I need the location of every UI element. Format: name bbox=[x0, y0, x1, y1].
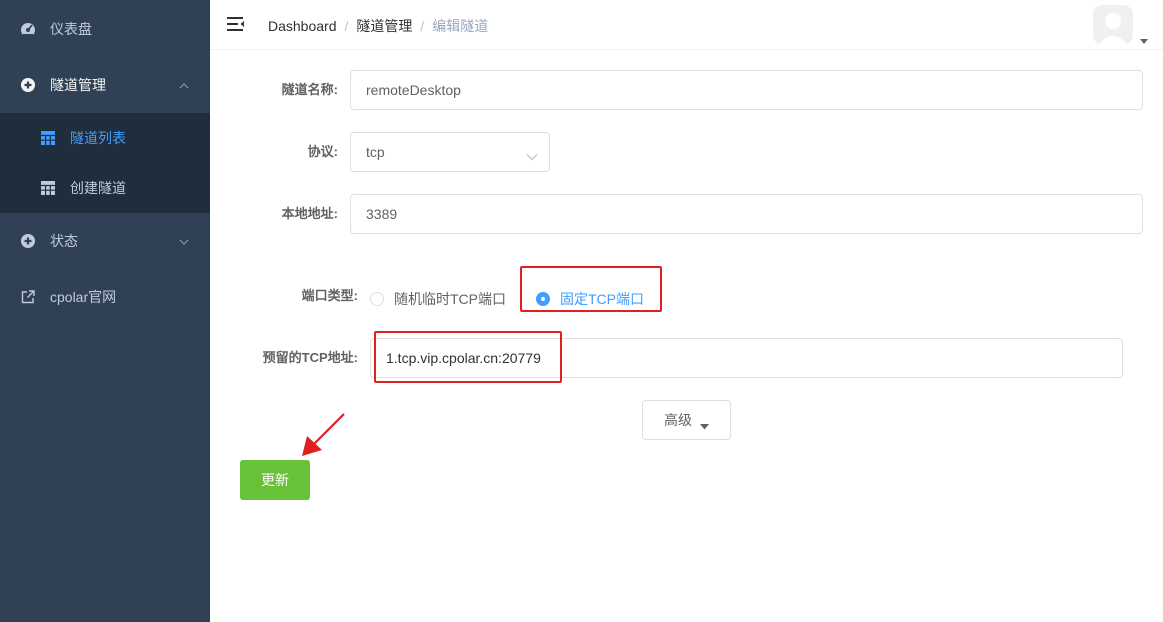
caret-down-icon[interactable] bbox=[1140, 32, 1148, 44]
reserved-tcp-address-label: 预留的TCP地址: bbox=[262, 350, 358, 365]
radio-random-tcp-port[interactable]: 随机临时TCP端口 bbox=[370, 289, 506, 309]
tunnel-name-label: 隧道名称: bbox=[281, 82, 338, 97]
breadcrumb-tunnel-management[interactable]: 隧道管理 bbox=[356, 16, 412, 36]
sidebar-item-label: 仪表盘 bbox=[50, 20, 92, 37]
update-button[interactable]: 更新 bbox=[240, 460, 310, 500]
sidebar-item-label: cpolar官网 bbox=[50, 289, 117, 305]
radio-fixed-tcp-port[interactable]: 固定TCP端口 bbox=[536, 289, 644, 309]
reserved-tcp-address-input[interactable] bbox=[370, 338, 1123, 378]
local-address-label: 本地地址: bbox=[281, 206, 338, 221]
breadcrumb-edit-tunnel: 编辑隧道 bbox=[432, 18, 489, 34]
dashboard-icon bbox=[20, 21, 36, 37]
sidebar-item-create-tunnel[interactable]: 创建隧道 bbox=[0, 163, 210, 213]
port-type-label: 端口类型: bbox=[301, 288, 358, 303]
external-link-icon bbox=[20, 289, 36, 305]
breadcrumb-separator: / bbox=[420, 18, 425, 34]
protocol-select[interactable] bbox=[350, 132, 550, 172]
advanced-button[interactable]: 高级 bbox=[642, 400, 731, 440]
radio-label: 随机临时TCP端口 bbox=[394, 291, 506, 307]
annotation-arrow-icon bbox=[302, 413, 345, 456]
sidebar-item-label: 隧道管理 bbox=[50, 77, 106, 93]
chevron-up-icon bbox=[178, 79, 190, 91]
sidebar-item-tunnel-list[interactable]: 隧道列表 bbox=[0, 113, 210, 163]
sidebar-item-cpolar-website[interactable]: cpolar官网 bbox=[0, 269, 210, 325]
hamburger-icon[interactable] bbox=[227, 16, 245, 32]
advanced-button-label: 高级 bbox=[664, 412, 692, 428]
chevron-down-icon bbox=[526, 148, 538, 161]
user-avatar-icon bbox=[1093, 5, 1133, 45]
sidebar-item-label: 状态 bbox=[50, 233, 78, 249]
protocol-label: 协议: bbox=[307, 144, 338, 159]
status-icon bbox=[20, 233, 36, 249]
breadcrumb-dashboard[interactable]: Dashboard bbox=[268, 18, 337, 34]
caret-down-icon bbox=[700, 417, 709, 430]
sidebar-item-dashboard[interactable]: 仪表盘 bbox=[0, 0, 210, 57]
tunnel-icon bbox=[20, 77, 36, 93]
radio-circle bbox=[370, 292, 384, 306]
sidebar-item-status[interactable]: 状态 bbox=[0, 213, 210, 269]
tunnel-name-input[interactable] bbox=[350, 70, 1143, 110]
table-icon bbox=[40, 180, 56, 196]
submenu-tunnel: 隧道列表 创建隧道 bbox=[0, 113, 210, 213]
radio-circle bbox=[536, 292, 550, 306]
sidebar-item-label: 隧道列表 bbox=[70, 130, 126, 146]
navbar: Dashboard / 隧道管理 / 编辑隧道 bbox=[210, 0, 1163, 50]
sidebar: 仪表盘 隧道管理 隧道列表 创建隧道 状态 cpolar官网 bbox=[0, 0, 210, 622]
local-address-input[interactable] bbox=[350, 194, 1143, 234]
sidebar-item-tunnel-management[interactable]: 隧道管理 bbox=[0, 57, 210, 113]
radio-label: 固定TCP端口 bbox=[560, 291, 644, 307]
chevron-down-icon bbox=[178, 235, 190, 247]
table-icon bbox=[40, 130, 56, 146]
breadcrumb-separator: / bbox=[344, 18, 349, 34]
avatar[interactable] bbox=[1093, 5, 1133, 45]
breadcrumb: Dashboard / 隧道管理 / 编辑隧道 bbox=[268, 16, 488, 36]
sidebar-item-label: 创建隧道 bbox=[70, 180, 126, 196]
